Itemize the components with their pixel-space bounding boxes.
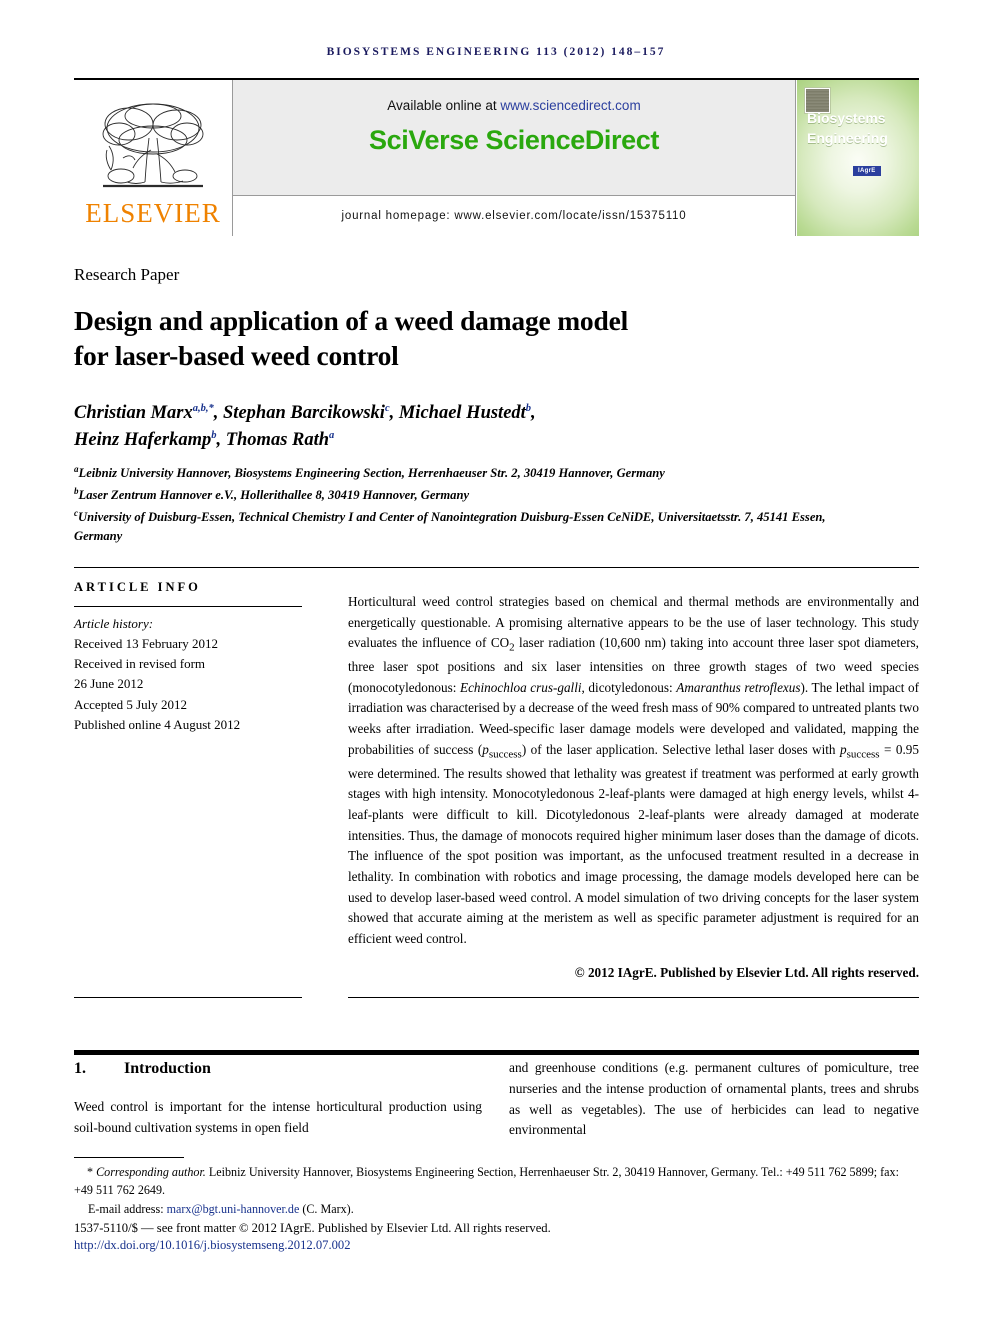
cover-title-line-2: Engineering	[807, 130, 888, 147]
abstract-text: Horticultural weed control strategies ba…	[348, 592, 919, 983]
author-list: Christian Marxa,b,*, Stephan Barcikowski…	[74, 400, 874, 454]
divider-above-article-info	[74, 567, 919, 568]
article-history-item: Received in revised form	[74, 656, 206, 672]
divider-below-abstract	[348, 997, 919, 998]
elsevier-tree-icon	[102, 103, 204, 187]
affiliation-text: University of Duisburg-Essen, Technical …	[74, 509, 826, 544]
article-history-item: 26 June 2012	[74, 676, 144, 692]
article-history-label: Article history:	[74, 616, 154, 631]
introduction-heading: 1. Introduction	[74, 1060, 211, 1078]
section-title: Introduction	[124, 1060, 211, 1077]
author-separator: ,	[531, 403, 536, 423]
p-success-subscript: success	[488, 748, 522, 761]
affiliation-list: aLeibniz University Hannover, Biosystems…	[74, 462, 874, 547]
article-history: Article history: Received 13 February 20…	[74, 614, 314, 735]
article-history-item: Published online 4 August 2012	[74, 716, 241, 732]
species-name: Echinochloa crus-galli	[460, 679, 582, 695]
divider-below-article-info	[74, 997, 302, 998]
introduction-column-left: Weed control is important for the intens…	[74, 1099, 482, 1135]
abstract-copyright: © 2012 IAgrE. Published by Elsevier Ltd.…	[574, 964, 919, 980]
author-name: , Thomas Rath	[216, 429, 330, 450]
cover-journal-title: Biosystems Engineering	[807, 108, 913, 149]
author-affiliation-marker: a,b,*	[192, 402, 214, 414]
available-online-line: Available online at www.sciencedirect.co…	[387, 98, 640, 113]
corresponding-author-label: Corresponding author.	[96, 1165, 206, 1179]
abstract-part: = 0.95 were determined. The results show…	[348, 741, 919, 946]
email-link[interactable]: marx@bgt.uni-hannover.de	[167, 1202, 300, 1216]
elsevier-wordmark: ELSEVIER	[85, 197, 221, 228]
author-affiliation-marker: a	[329, 429, 335, 441]
article-type-label: Research Paper	[74, 265, 180, 284]
title-line-1: Design and application of a weed damage …	[74, 305, 629, 336]
p-success-symbol: p	[839, 741, 847, 757]
author-name: , Stephan Barcikowski	[213, 403, 385, 423]
author-name: , Michael Hustedt	[389, 403, 526, 423]
email-label: E-mail address:	[88, 1201, 164, 1216]
cover-title-line-1: Biosystems	[807, 110, 886, 126]
corresponding-marker: *	[87, 1165, 94, 1179]
elsevier-logo: ELSEVIER	[74, 80, 232, 236]
page-title: Design and application of a weed damage …	[74, 303, 774, 373]
article-history-item: Accepted 5 July 2012	[74, 696, 188, 712]
author-line-2: Heinz Haferkampb, Thomas Ratha	[74, 427, 874, 454]
author-line-1: Christian Marxa,b,*, Stephan Barcikowski…	[74, 400, 874, 427]
affiliation-item: bLaser Zentrum Hannover e.V., Holleritha…	[74, 484, 874, 506]
title-line-2: for laser-based weed control	[74, 340, 399, 372]
corresponding-author-note: * Corresponding author. Leibniz Universi…	[74, 1163, 919, 1200]
email-owner: (C. Marx).	[299, 1201, 354, 1216]
cover-society-badge: IAgrE	[853, 166, 881, 176]
species-name: Amaranthus retroflexus	[676, 679, 801, 695]
issn-copyright-line: 1537-5110/$ — see front matter © 2012 IA…	[74, 1221, 551, 1235]
p-success-subscript: success	[846, 748, 880, 761]
journal-homepage-strip: journal homepage: www.elsevier.com/locat…	[233, 195, 795, 236]
section-number: 1.	[74, 1060, 86, 1077]
divider-under-article-info-heading	[74, 606, 302, 607]
journal-homepage-link[interactable]: journal homepage: www.elsevier.com/locat…	[342, 210, 687, 222]
author-name: Heinz Haferkamp	[74, 429, 212, 450]
divider-above-introduction	[74, 1050, 919, 1055]
paper-page: BIOSYSTEMS ENGINEERING 113 (2012) 148–15…	[0, 0, 992, 1323]
running-head: BIOSYSTEMS ENGINEERING 113 (2012) 148–15…	[326, 46, 666, 58]
journal-cover-thumbnail: Biosystems Engineering IAgrE	[796, 80, 919, 236]
affiliation-item: cUniversity of Duisburg-Essen, Technical…	[74, 506, 874, 547]
sciverse-sciencedirect-wordmark: SciVerse ScienceDirect	[369, 125, 659, 155]
journal-masthead: ELSEVIER Available online at www.science…	[74, 78, 919, 236]
abstract-part: ) of the laser application. Selective le…	[521, 741, 840, 757]
article-history-item: Received 13 February 2012	[74, 636, 219, 652]
affiliation-text: Leibniz University Hannover, Biosystems …	[78, 466, 665, 481]
affiliation-text: Laser Zentrum Hannover e.V., Hollerithal…	[78, 488, 470, 503]
p-success-symbol: p	[482, 741, 489, 757]
footnote-block: * Corresponding author. Leibniz Universi…	[74, 1163, 919, 1218]
article-info-heading: ARTICLE INFO	[74, 580, 201, 594]
introduction-column-right: and greenhouse conditions (e.g. permanen…	[509, 1060, 919, 1138]
footnote-divider	[74, 1157, 184, 1158]
doi-link[interactable]: http://dx.doi.org/10.1016/j.biosystemsen…	[74, 1238, 350, 1253]
affiliation-item: aLeibniz University Hannover, Biosystems…	[74, 462, 874, 484]
email-note: E-mail address: marx@bgt.uni-hannover.de…	[88, 1200, 919, 1218]
author-name: Christian Marx	[74, 403, 193, 423]
abstract-part: , dicotyledonous:	[581, 679, 677, 695]
sciencedirect-link[interactable]: www.sciencedirect.com	[500, 98, 640, 113]
sciencedirect-banner: Available online at www.sciencedirect.co…	[232, 80, 796, 236]
available-online-label: Available online at	[387, 98, 501, 113]
